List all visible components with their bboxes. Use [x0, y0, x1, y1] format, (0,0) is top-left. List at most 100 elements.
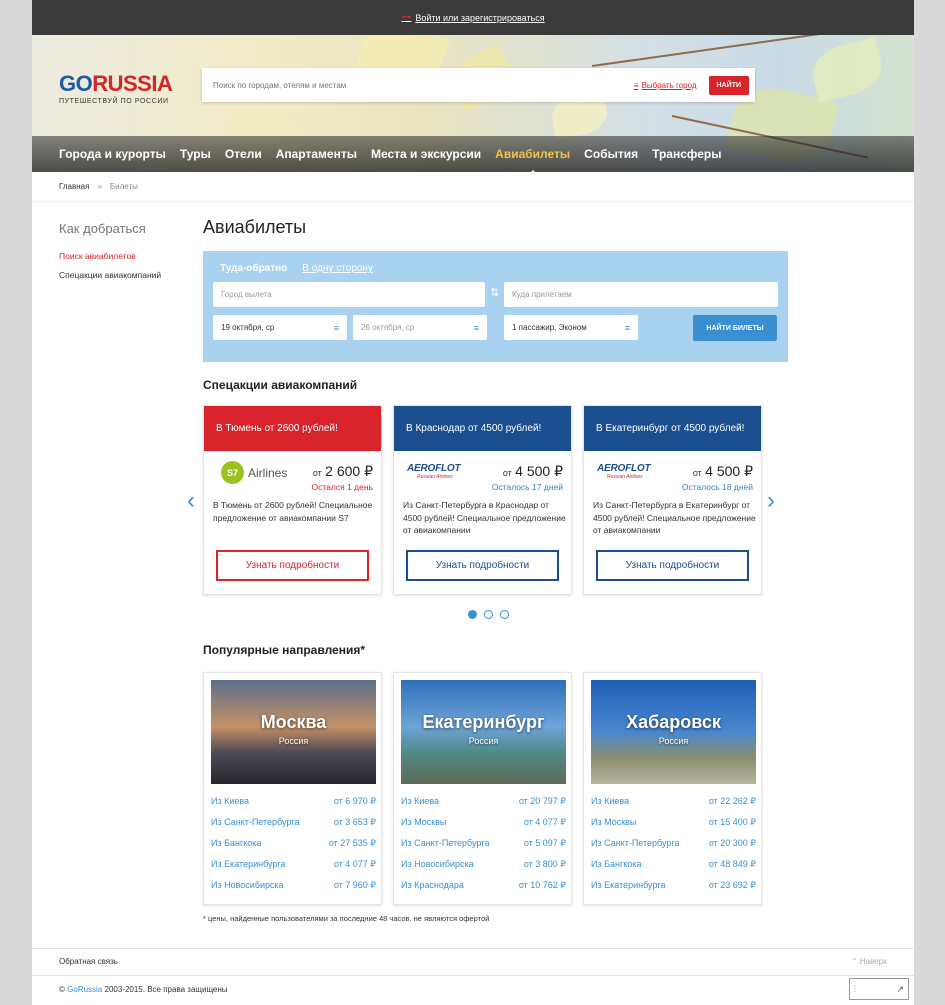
promo-details-button[interactable]: Узнать подробности [216, 550, 369, 581]
route-row[interactable]: Из Москвы от 4 077 ₽ [401, 817, 566, 838]
route-from: Из Москвы [401, 817, 447, 827]
breadcrumb-home[interactable]: Главная [59, 182, 89, 191]
route-row[interactable]: Из Киева от 22 262 ₽ [591, 796, 756, 817]
destination-card: Москва Россия Из Киева от 6 970 ₽ Из Санк… [203, 672, 382, 905]
route-row[interactable]: Из Санкт-Петербурга от 3 653 ₽ [211, 817, 376, 838]
route-from: Из Санкт-Петербурга [401, 838, 490, 848]
route-row[interactable]: Из Екатеринбурга от 23 692 ₽ [591, 880, 756, 901]
promo-head: В Краснодар от 4500 рублей! [394, 406, 571, 451]
decor-branch [591, 35, 850, 67]
popular-title: Популярные направления* [203, 643, 366, 657]
nav-item-hotels[interactable]: Отели [225, 147, 262, 161]
route-from: Из Бангкока [591, 859, 642, 869]
search-button[interactable]: НАЙТИ [708, 75, 749, 95]
city-photo[interactable]: Хабаровск Россия [591, 680, 756, 784]
route-from: Из Екатеринбурга [211, 859, 286, 869]
date-there-field[interactable]: 19 октября, ср ≡ [213, 315, 347, 340]
destination-card: Екатеринбург Россия Из Киева от 20 797 ₽ … [393, 672, 572, 905]
find-tickets-button[interactable]: НАЙТИ БИЛЕТЫ [693, 315, 777, 341]
nav-item-cities[interactable]: Города и курорты [59, 147, 166, 161]
sidebar-item-flight-search[interactable]: Поиск авиабилетов [59, 251, 136, 261]
tab-roundtrip[interactable]: Туда-обратно [220, 263, 287, 274]
login-link[interactable]: ⊶ Войти или зарегистрироваться [401, 12, 544, 23]
route-row[interactable]: Из Киева от 6 970 ₽ [211, 796, 376, 817]
route-price: от 27 535 ₽ [328, 838, 376, 848]
route-row[interactable]: Из Киева от 20 797 ₽ [401, 796, 566, 817]
route-row[interactable]: Из Краснодара от 10 762 ₽ [401, 880, 566, 901]
route-from: Из Новосибирска [401, 859, 474, 869]
route-row[interactable]: Из Екатеринбурга от 4 077 ₽ [211, 859, 376, 880]
choose-city-link[interactable]: ≡ Выбрать город [634, 81, 697, 90]
date-back-field[interactable]: 26 октября, ср ≡ [353, 315, 487, 340]
route-row[interactable]: Из Новосибирска от 7 960 ₽ [211, 880, 376, 901]
airline-name: AEROFLOT [407, 463, 461, 474]
promo-price: от 2 600 ₽ Остался 1 день [312, 463, 373, 492]
counter-widget[interactable]: ⫶ ↗ [849, 978, 909, 1000]
menu-icon: ≡ [473, 322, 479, 333]
route-row[interactable]: Из Бангкока от 48 849 ₽ [591, 859, 756, 880]
chevron-up-icon: ⌃ [850, 957, 858, 966]
route-from: Из Москвы [591, 817, 637, 827]
carousel-dots [468, 610, 509, 619]
breadcrumb: Главная » Билеты [59, 182, 138, 191]
route-row[interactable]: Из Санкт-Петербурга от 20 300 ₽ [591, 838, 756, 859]
logo-russia: RUSSIA [92, 71, 173, 96]
price-value: 2 600 ₽ [325, 463, 373, 479]
route-from: Из Новосибирска [211, 880, 284, 890]
route-price: от 5 097 ₽ [523, 838, 566, 848]
nav-item-transfers[interactable]: Трансферы [652, 147, 721, 161]
copyright-brand-link[interactable]: GoRussia [67, 985, 102, 994]
promo-description: В Тюмень от 2600 рублей! Специальное пре… [213, 500, 373, 523]
route-from: Из Екатеринбурга [591, 880, 666, 890]
city-photo[interactable]: Москва Россия [211, 680, 376, 784]
promo-description: Из Санкт-Петербурга в Екатеринбург от 45… [593, 500, 756, 535]
promo-price: от 4 500 ₽ Осталось 18 дней [682, 463, 753, 492]
nav-item-tours[interactable]: Туры [180, 147, 211, 161]
route-row[interactable]: Из Новосибирска от 3 800 ₽ [401, 859, 566, 880]
carousel-dot[interactable] [484, 610, 493, 619]
back-to-top-link[interactable]: ⌃ Наверх [851, 957, 887, 966]
route-row[interactable]: Из Москвы от 15 400 ₽ [591, 817, 756, 838]
route-price: от 15 400 ₽ [708, 817, 756, 827]
passengers-field[interactable]: 1 пассажир, Эконом ≡ [504, 315, 638, 340]
back-to-top-label: Наверх [859, 957, 887, 966]
nav-item-apartments[interactable]: Апартаменты [276, 147, 357, 161]
promo-details-button[interactable]: Узнать подробности [406, 550, 559, 581]
carousel-next-icon[interactable]: › [767, 487, 775, 515]
country-name: Россия [278, 736, 309, 746]
counter-icon: ⫶ [854, 983, 857, 994]
carousel-dot[interactable] [468, 610, 477, 619]
route-row[interactable]: Из Санкт-Петербурга от 5 097 ₽ [401, 838, 566, 859]
date-there-value: 19 октября, ср [221, 323, 275, 332]
feedback-link[interactable]: Обратная связь [59, 957, 118, 966]
departure-city-input[interactable]: Город вылета [213, 282, 485, 307]
promo-card: В Екатеринбург от 4500 рублей! AEROFLOT … [583, 405, 762, 595]
route-price: от 22 262 ₽ [708, 796, 756, 806]
swap-icon[interactable]: ⇅ [490, 286, 499, 299]
city-photo[interactable]: Екатеринбург Россия [401, 680, 566, 784]
nav-item-events[interactable]: События [584, 147, 638, 161]
tab-oneway[interactable]: В одну сторону [302, 263, 373, 274]
carousel-prev-icon[interactable]: ‹ [187, 487, 195, 515]
price-value: 4 500 ₽ [515, 463, 563, 479]
carousel-dot[interactable] [500, 610, 509, 619]
route-price: от 4 077 ₽ [523, 817, 566, 827]
city-name: Екатеринбург [422, 712, 545, 732]
route-from: Из Краснодара [401, 880, 464, 890]
route-row[interactable]: Из Бангкока от 27 535 ₽ [211, 838, 376, 859]
nav-item-flights[interactable]: Авиабилеты [495, 147, 570, 174]
departure-placeholder: Город вылета [221, 290, 272, 299]
country-name: Россия [468, 736, 499, 746]
date-back-value: 26 октября, ср [361, 323, 415, 332]
promo-details-button[interactable]: Узнать подробности [596, 550, 749, 581]
login-label: Войти или зарегистрироваться [415, 12, 545, 23]
list-icon: ≡ [633, 80, 639, 90]
arrival-city-input[interactable]: Куда прилетаем [504, 282, 778, 307]
sidebar-item-airline-promos[interactable]: Спецакции авиакомпаний [59, 270, 161, 280]
menu-icon: ≡ [624, 322, 630, 333]
airline-name: Airlines [248, 465, 288, 480]
nav-item-places[interactable]: Места и экскурсии [371, 147, 481, 161]
search-input[interactable] [213, 80, 634, 90]
site-logo[interactable]: GORUSSIA ПУТЕШЕСТВУЙ ПО РОССИИ [59, 71, 173, 105]
main-nav: Города и курорты Туры Отели Апартаменты … [32, 136, 914, 174]
